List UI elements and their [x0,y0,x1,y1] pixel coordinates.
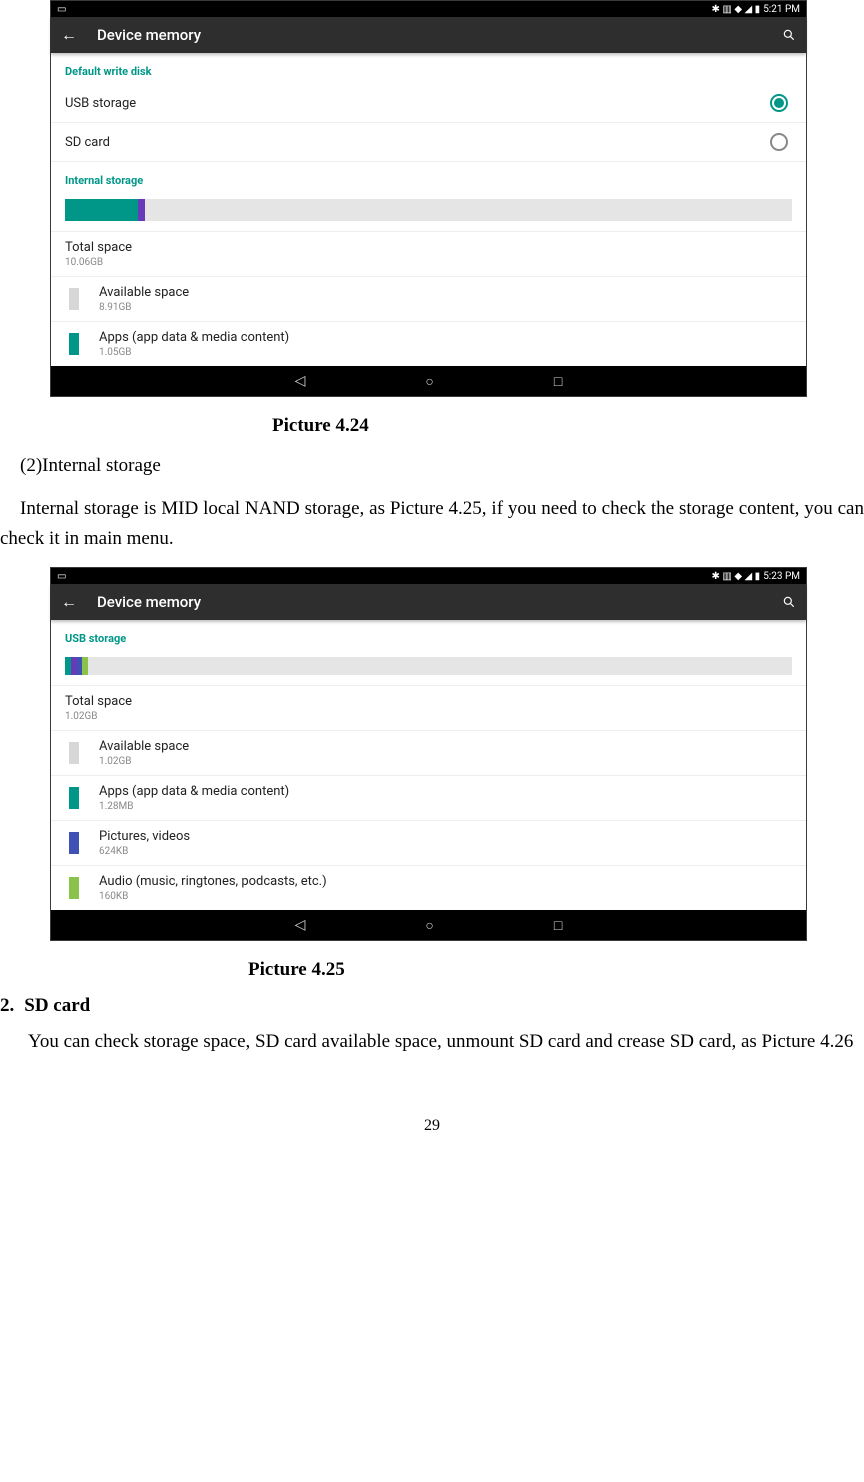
row-title: Total space [65,240,792,255]
nav-recent-icon[interactable]: □ [554,917,562,934]
audio-row[interactable]: Audio (music, ringtones, podcasts, etc.)… [51,865,806,910]
storage-usage-bar [65,199,792,221]
color-swatch [69,877,79,899]
app-bar: ← Device memory [51,584,806,620]
app-bar: ← Device memory [51,17,806,53]
option-usb-storage[interactable]: USB storage [51,84,806,123]
color-swatch [69,333,79,355]
option-sd-card[interactable]: SD card [51,123,806,162]
row-subtitle: 624KB [99,846,190,857]
bar-segment [138,199,145,221]
back-icon[interactable]: ← [61,25,77,45]
page-number: 29 [0,1117,864,1135]
pictures-videos-row[interactable]: Pictures, videos 624KB [51,820,806,865]
paragraph-heading: (2)Internal storage [0,451,864,480]
row-title: Pictures, videos [99,829,190,844]
screenshot-figure-4-24: ▭ ✱ ▥ ◆ ◢ ▮ 5:21 PM ← Device memory Defa… [50,0,807,397]
status-icons: ✱ ▥ ◆ ◢ ▮ [712,571,761,582]
apps-row[interactable]: Apps (app data & media content) 1.05GB [51,321,806,366]
section-internal-storage: Internal storage [51,162,806,193]
row-subtitle: 160KB [99,891,327,902]
item-number: 2. [0,995,14,1017]
row-subtitle: 1.05GB [99,347,289,358]
storage-usage-bar [65,657,792,675]
apps-row[interactable]: Apps (app data & media content) 1.28MB [51,775,806,820]
notification-icon: ▭ [57,571,66,582]
row-title: Available space [99,739,189,754]
back-icon[interactable]: ← [61,592,77,612]
paragraph-body: Internal storage is MID local NAND stora… [0,494,864,553]
search-icon[interactable] [782,28,796,42]
status-bar: ▭ ✱ ▥ ◆ ◢ ▮ 5:23 PM [51,568,806,584]
status-time: 5:23 PM [763,571,800,582]
row-title: Audio (music, ringtones, podcasts, etc.) [99,874,327,889]
row-subtitle: 10.06GB [65,257,792,268]
section-default-write-disk: Default write disk [51,53,806,84]
nav-recent-icon[interactable]: □ [554,373,562,390]
android-nav-bar: ◁ ○ □ [51,366,806,396]
nav-home-icon[interactable]: ○ [425,917,433,934]
radio-checked-icon [770,94,788,112]
status-bar: ▭ ✱ ▥ ◆ ◢ ▮ 5:21 PM [51,1,806,17]
color-swatch [69,787,79,809]
nav-back-icon[interactable]: ◁ [295,917,306,933]
row-title: Apps (app data & media content) [99,784,289,799]
nav-back-icon[interactable]: ◁ [295,373,306,389]
numbered-item-body: You can check storage space, SD card ava… [0,1027,864,1056]
color-swatch [69,742,79,764]
available-space-row[interactable]: Available space 8.91GB [51,276,806,321]
row-subtitle: 1.02GB [65,711,792,722]
bar-segment [65,199,138,221]
total-space-row[interactable]: Total space 1.02GB [51,685,806,730]
notification-icon: ▭ [57,4,66,15]
android-nav-bar: ◁ ○ □ [51,910,806,940]
radio-unchecked-icon [770,133,788,151]
numbered-item-2: 2. SD card [0,995,864,1017]
nav-home-icon[interactable]: ○ [425,373,433,390]
row-subtitle: 1.28MB [99,801,289,812]
appbar-title: Device memory [97,26,782,44]
status-time: 5:21 PM [763,4,800,15]
search-icon[interactable] [782,595,796,609]
option-label: USB storage [65,96,770,111]
figure-caption: Picture 4.24 [0,415,864,437]
color-swatch [69,288,79,310]
status-icons: ✱ ▥ ◆ ◢ ▮ [712,4,761,15]
row-subtitle: 1.02GB [99,756,189,767]
color-swatch [69,832,79,854]
available-space-row[interactable]: Available space 1.02GB [51,730,806,775]
row-subtitle: 8.91GB [99,302,189,313]
option-label: SD card [65,135,770,150]
section-usb-storage: USB storage [51,620,806,651]
appbar-title: Device memory [97,593,782,611]
total-space-row[interactable]: Total space 10.06GB [51,231,806,276]
row-title: Total space [65,694,792,709]
figure-caption: Picture 4.25 [0,959,864,981]
row-title: Apps (app data & media content) [99,330,289,345]
row-title: Available space [99,285,189,300]
screenshot-figure-4-25: ▭ ✱ ▥ ◆ ◢ ▮ 5:23 PM ← Device memory USB … [50,567,807,941]
item-title: SD card [24,995,90,1017]
bar-segment [82,657,88,675]
